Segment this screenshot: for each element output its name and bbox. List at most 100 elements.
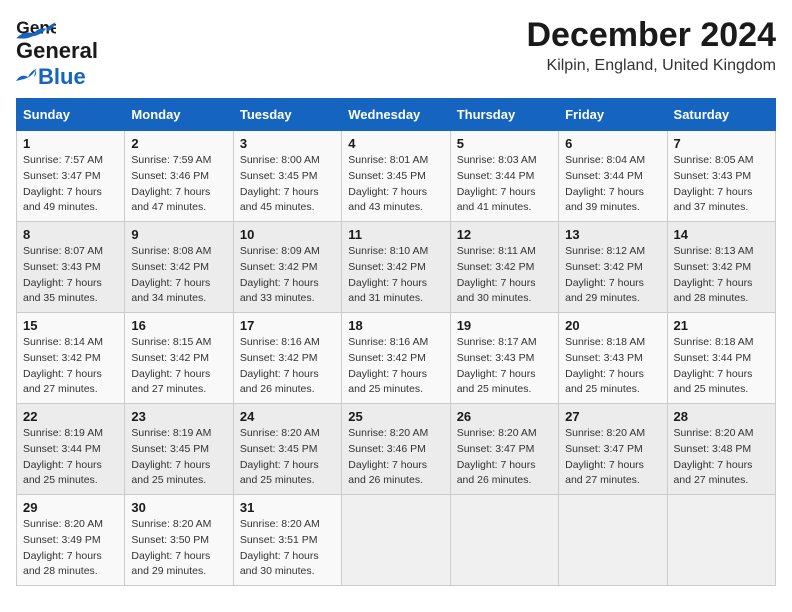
day-number: 21 bbox=[674, 318, 769, 333]
table-row: 18 Sunrise: 8:16 AMSunset: 3:42 PMDaylig… bbox=[342, 313, 450, 404]
table-row: 21 Sunrise: 8:18 AMSunset: 3:44 PMDaylig… bbox=[667, 313, 775, 404]
day-number: 16 bbox=[131, 318, 226, 333]
table-row: 3 Sunrise: 8:00 AMSunset: 3:45 PMDayligh… bbox=[233, 131, 341, 222]
table-row: 16 Sunrise: 8:15 AMSunset: 3:42 PMDaylig… bbox=[125, 313, 233, 404]
day-number: 2 bbox=[131, 136, 226, 151]
table-row: 12 Sunrise: 8:11 AMSunset: 3:42 PMDaylig… bbox=[450, 222, 558, 313]
day-detail: Sunrise: 8:10 AMSunset: 3:42 PMDaylight:… bbox=[348, 244, 443, 307]
table-row: 10 Sunrise: 8:09 AMSunset: 3:42 PMDaylig… bbox=[233, 222, 341, 313]
day-detail: Sunrise: 8:20 AMSunset: 3:46 PMDaylight:… bbox=[348, 426, 443, 489]
day-detail: Sunrise: 8:20 AMSunset: 3:47 PMDaylight:… bbox=[565, 426, 660, 489]
day-detail: Sunrise: 8:08 AMSunset: 3:42 PMDaylight:… bbox=[131, 244, 226, 307]
table-row: 9 Sunrise: 8:08 AMSunset: 3:42 PMDayligh… bbox=[125, 222, 233, 313]
table-row: 24 Sunrise: 8:20 AMSunset: 3:45 PMDaylig… bbox=[233, 404, 341, 495]
day-number: 13 bbox=[565, 227, 660, 242]
day-detail: Sunrise: 8:20 AMSunset: 3:51 PMDaylight:… bbox=[240, 517, 335, 580]
table-row: 25 Sunrise: 8:20 AMSunset: 3:46 PMDaylig… bbox=[342, 404, 450, 495]
table-row: 27 Sunrise: 8:20 AMSunset: 3:47 PMDaylig… bbox=[559, 404, 667, 495]
day-detail: Sunrise: 8:20 AMSunset: 3:48 PMDaylight:… bbox=[674, 426, 769, 489]
table-row: 31 Sunrise: 8:20 AMSunset: 3:51 PMDaylig… bbox=[233, 495, 341, 586]
table-row: 30 Sunrise: 8:20 AMSunset: 3:50 PMDaylig… bbox=[125, 495, 233, 586]
col-wednesday: Wednesday bbox=[342, 99, 450, 131]
day-detail: Sunrise: 8:14 AMSunset: 3:42 PMDaylight:… bbox=[23, 335, 118, 398]
col-saturday: Saturday bbox=[667, 99, 775, 131]
table-row: 8 Sunrise: 8:07 AMSunset: 3:43 PMDayligh… bbox=[17, 222, 125, 313]
day-number: 12 bbox=[457, 227, 552, 242]
day-detail: Sunrise: 8:00 AMSunset: 3:45 PMDaylight:… bbox=[240, 153, 335, 216]
header: General General Blue December 2024 Kilpi… bbox=[16, 16, 776, 90]
day-number: 6 bbox=[565, 136, 660, 151]
day-number: 10 bbox=[240, 227, 335, 242]
table-row bbox=[667, 495, 775, 586]
day-detail: Sunrise: 8:16 AMSunset: 3:42 PMDaylight:… bbox=[240, 335, 335, 398]
table-row: 6 Sunrise: 8:04 AMSunset: 3:44 PMDayligh… bbox=[559, 131, 667, 222]
day-number: 9 bbox=[131, 227, 226, 242]
day-detail: Sunrise: 8:20 AMSunset: 3:50 PMDaylight:… bbox=[131, 517, 226, 580]
col-monday: Monday bbox=[125, 99, 233, 131]
table-row: 11 Sunrise: 8:10 AMSunset: 3:42 PMDaylig… bbox=[342, 222, 450, 313]
day-detail: Sunrise: 8:05 AMSunset: 3:43 PMDaylight:… bbox=[674, 153, 769, 216]
page-subtitle: Kilpin, England, United Kingdom bbox=[526, 57, 776, 75]
day-detail: Sunrise: 8:16 AMSunset: 3:42 PMDaylight:… bbox=[348, 335, 443, 398]
day-detail: Sunrise: 8:17 AMSunset: 3:43 PMDaylight:… bbox=[457, 335, 552, 398]
calendar-week-row: 1 Sunrise: 7:57 AMSunset: 3:47 PMDayligh… bbox=[17, 131, 776, 222]
page-title: December 2024 bbox=[526, 16, 776, 55]
day-detail: Sunrise: 8:18 AMSunset: 3:43 PMDaylight:… bbox=[565, 335, 660, 398]
table-row: 26 Sunrise: 8:20 AMSunset: 3:47 PMDaylig… bbox=[450, 404, 558, 495]
day-detail: Sunrise: 8:20 AMSunset: 3:49 PMDaylight:… bbox=[23, 517, 118, 580]
day-detail: Sunrise: 8:19 AMSunset: 3:44 PMDaylight:… bbox=[23, 426, 118, 489]
table-row: 13 Sunrise: 8:12 AMSunset: 3:42 PMDaylig… bbox=[559, 222, 667, 313]
logo-bird-icon bbox=[16, 69, 36, 85]
day-number: 5 bbox=[457, 136, 552, 151]
day-number: 8 bbox=[23, 227, 118, 242]
col-tuesday: Tuesday bbox=[233, 99, 341, 131]
day-number: 30 bbox=[131, 500, 226, 515]
day-number: 1 bbox=[23, 136, 118, 151]
day-detail: Sunrise: 8:03 AMSunset: 3:44 PMDaylight:… bbox=[457, 153, 552, 216]
day-detail: Sunrise: 8:09 AMSunset: 3:42 PMDaylight:… bbox=[240, 244, 335, 307]
logo: General General Blue bbox=[16, 16, 98, 90]
day-number: 28 bbox=[674, 409, 769, 424]
day-number: 22 bbox=[23, 409, 118, 424]
day-detail: Sunrise: 7:57 AMSunset: 3:47 PMDaylight:… bbox=[23, 153, 118, 216]
logo-blue: Blue bbox=[38, 64, 86, 90]
day-detail: Sunrise: 8:13 AMSunset: 3:42 PMDaylight:… bbox=[674, 244, 769, 307]
table-row bbox=[342, 495, 450, 586]
day-number: 17 bbox=[240, 318, 335, 333]
table-row: 7 Sunrise: 8:05 AMSunset: 3:43 PMDayligh… bbox=[667, 131, 775, 222]
day-detail: Sunrise: 8:04 AMSunset: 3:44 PMDaylight:… bbox=[565, 153, 660, 216]
table-row: 4 Sunrise: 8:01 AMSunset: 3:45 PMDayligh… bbox=[342, 131, 450, 222]
calendar-week-row: 8 Sunrise: 8:07 AMSunset: 3:43 PMDayligh… bbox=[17, 222, 776, 313]
day-number: 25 bbox=[348, 409, 443, 424]
logo-general: General bbox=[16, 38, 98, 64]
day-number: 29 bbox=[23, 500, 118, 515]
day-number: 24 bbox=[240, 409, 335, 424]
col-sunday: Sunday bbox=[17, 99, 125, 131]
table-row: 20 Sunrise: 8:18 AMSunset: 3:43 PMDaylig… bbox=[559, 313, 667, 404]
day-number: 19 bbox=[457, 318, 552, 333]
table-row: 17 Sunrise: 8:16 AMSunset: 3:42 PMDaylig… bbox=[233, 313, 341, 404]
col-friday: Friday bbox=[559, 99, 667, 131]
day-number: 31 bbox=[240, 500, 335, 515]
day-detail: Sunrise: 8:01 AMSunset: 3:45 PMDaylight:… bbox=[348, 153, 443, 216]
table-row: 2 Sunrise: 7:59 AMSunset: 3:46 PMDayligh… bbox=[125, 131, 233, 222]
day-detail: Sunrise: 8:20 AMSunset: 3:47 PMDaylight:… bbox=[457, 426, 552, 489]
day-number: 23 bbox=[131, 409, 226, 424]
day-detail: Sunrise: 8:07 AMSunset: 3:43 PMDaylight:… bbox=[23, 244, 118, 307]
day-number: 26 bbox=[457, 409, 552, 424]
col-thursday: Thursday bbox=[450, 99, 558, 131]
table-row: 28 Sunrise: 8:20 AMSunset: 3:48 PMDaylig… bbox=[667, 404, 775, 495]
table-row bbox=[559, 495, 667, 586]
calendar-header-row: Sunday Monday Tuesday Wednesday Thursday… bbox=[17, 99, 776, 131]
table-row: 22 Sunrise: 8:19 AMSunset: 3:44 PMDaylig… bbox=[17, 404, 125, 495]
table-row: 19 Sunrise: 8:17 AMSunset: 3:43 PMDaylig… bbox=[450, 313, 558, 404]
table-row: 14 Sunrise: 8:13 AMSunset: 3:42 PMDaylig… bbox=[667, 222, 775, 313]
day-number: 18 bbox=[348, 318, 443, 333]
day-detail: Sunrise: 8:15 AMSunset: 3:42 PMDaylight:… bbox=[131, 335, 226, 398]
day-number: 4 bbox=[348, 136, 443, 151]
day-detail: Sunrise: 8:19 AMSunset: 3:45 PMDaylight:… bbox=[131, 426, 226, 489]
table-row: 5 Sunrise: 8:03 AMSunset: 3:44 PMDayligh… bbox=[450, 131, 558, 222]
day-number: 11 bbox=[348, 227, 443, 242]
day-detail: Sunrise: 8:18 AMSunset: 3:44 PMDaylight:… bbox=[674, 335, 769, 398]
day-number: 7 bbox=[674, 136, 769, 151]
